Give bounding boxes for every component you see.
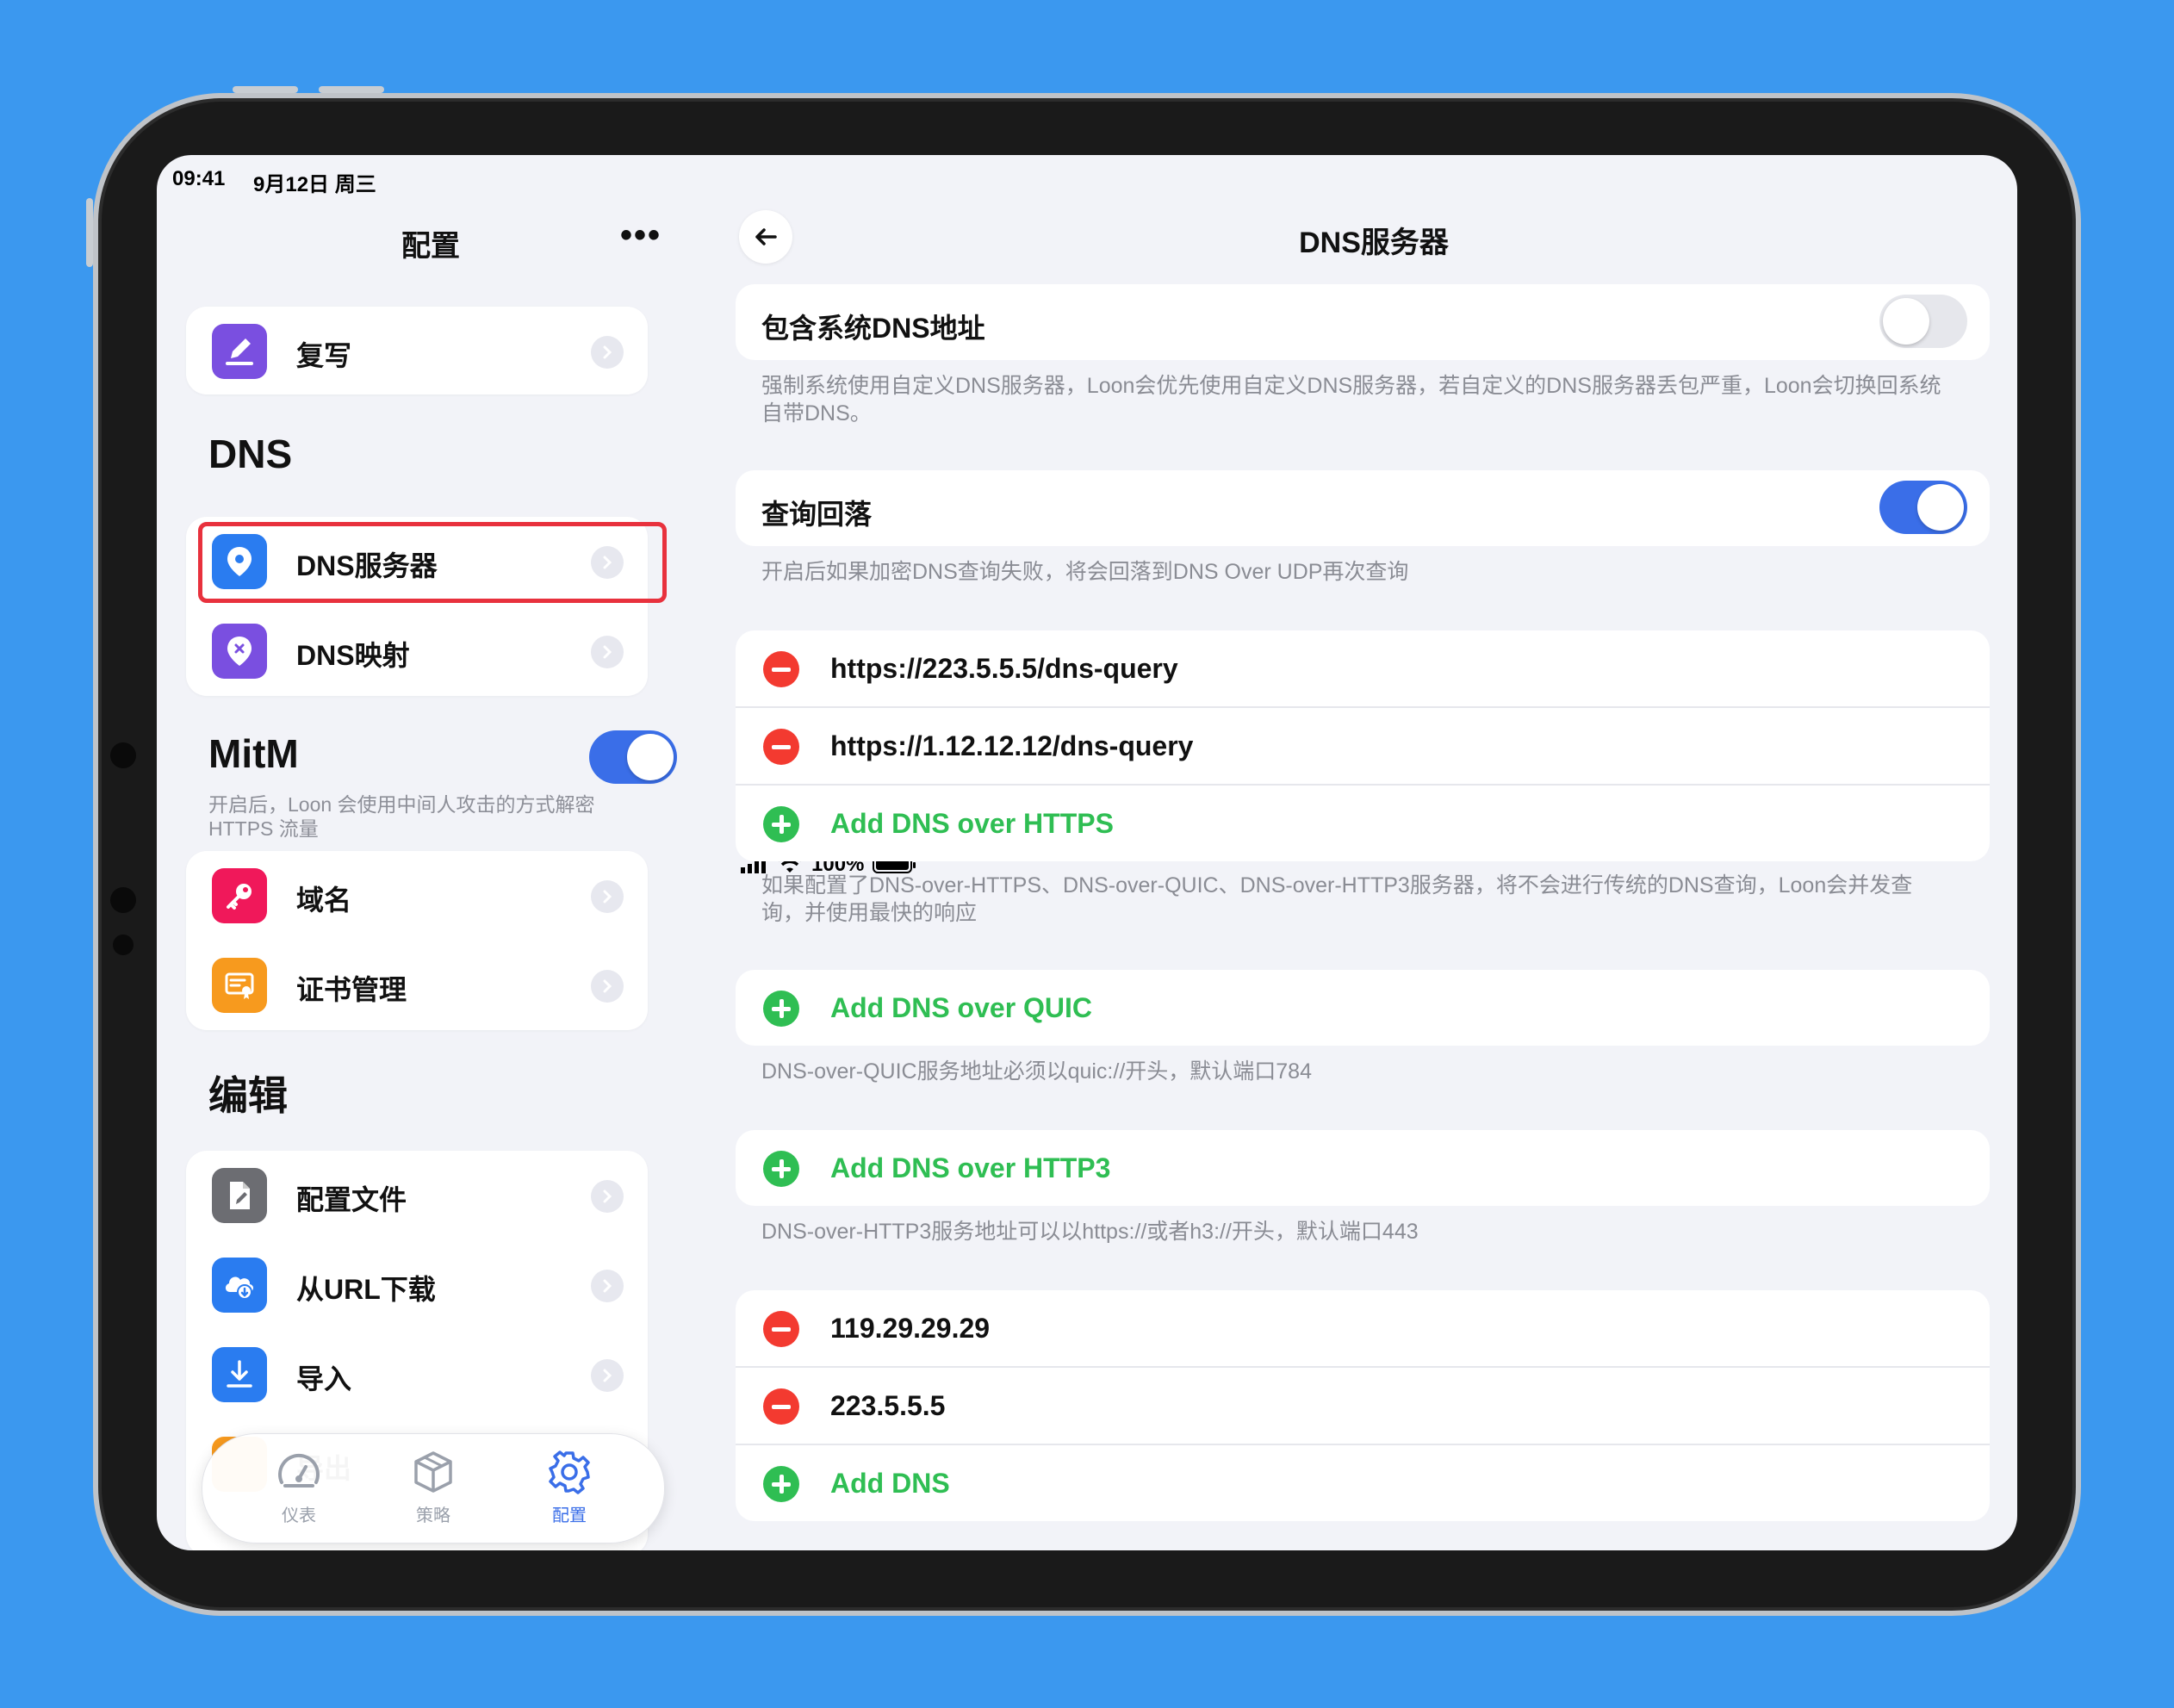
location-x-icon: [212, 624, 267, 679]
sidebar-item-label: 证书管理: [296, 974, 407, 1005]
add-doq-button[interactable]: Add DNS over QUIC: [736, 970, 1990, 1046]
include-system-dns-description: 强制系统使用自定义DNS服务器，Loon会优先使用自定义DNS服务器，若自定义的…: [761, 374, 1941, 425]
add-icon: [763, 1466, 799, 1502]
add-doq-label: Add DNS over QUIC: [830, 992, 1093, 1023]
tab-config[interactable]: 配置: [518, 1448, 621, 1526]
doq-card: Add DNS over QUIC: [736, 970, 1990, 1046]
sidebar-item-certificate[interactable]: 证书管理: [186, 941, 648, 1030]
mitm-description: 开启后，Loon 会使用中间人攻击的方式解密 HTTPS 流量: [208, 793, 595, 840]
screen: 09:41 9月12日 周三 100% 配置 ••• 复写 DNS DNS服务器…: [157, 155, 2017, 1550]
sidebar-item-label: 域名: [296, 885, 352, 916]
doh-server-url[interactable]: https://223.5.5.5/dns-query: [830, 653, 1178, 685]
doq-description: DNS-over-QUIC服务地址必须以quic://开头，默认端口784: [761, 1059, 1312, 1084]
add-icon: [763, 991, 799, 1027]
remove-icon[interactable]: [763, 651, 799, 687]
dns-card: 119.29.29.29 223.5.5.5 Add DNS: [736, 1290, 1990, 1521]
doh-server-url[interactable]: https://1.12.12.12/dns-query: [830, 730, 1193, 762]
sidebar-item-config-file[interactable]: 配置文件: [186, 1151, 648, 1240]
remove-icon[interactable]: [763, 1388, 799, 1425]
sidebar-item-dns-mapping[interactable]: DNS映射: [186, 606, 648, 696]
gauge-icon: [278, 1453, 320, 1488]
doh-card: https://223.5.5.5/dns-query https://1.12…: [736, 630, 1990, 861]
tab-label: 配置: [552, 1506, 587, 1525]
chevron-right-icon: [591, 970, 624, 1003]
pencil-icon: [212, 324, 267, 379]
file-edit-icon: [212, 1168, 267, 1223]
certificate-icon: [212, 958, 267, 1013]
camera-dot: [110, 742, 136, 768]
chevron-right-icon: [591, 1270, 624, 1302]
include-system-dns-toggle[interactable]: [1879, 295, 1967, 348]
add-doh-button[interactable]: Add DNS over HTTPS: [736, 786, 1990, 861]
mitm-card: 域名 证书管理: [186, 851, 648, 1030]
gear-icon: [549, 1450, 590, 1494]
list-item: 119.29.29.29: [736, 1290, 1990, 1368]
list-item: https://1.12.12.12/dns-query: [736, 708, 1990, 786]
sidebar-item-rewrite[interactable]: 复写: [186, 307, 648, 396]
rewrite-card: 复写: [186, 307, 648, 394]
list-item: 223.5.5.5: [736, 1368, 1990, 1445]
doh3-card: Add DNS over HTTP3: [736, 1130, 1990, 1206]
key-icon: [212, 868, 267, 923]
page-title: DNS服务器: [1299, 227, 1449, 259]
chevron-right-icon: [591, 636, 624, 668]
camera-dot: [113, 935, 134, 955]
sidebar-item-domain[interactable]: 域名: [186, 851, 648, 941]
dns-server-address[interactable]: 119.29.29.29: [830, 1313, 990, 1345]
add-doh3-button[interactable]: Add DNS over HTTP3: [736, 1130, 1990, 1206]
fallback-toggle[interactable]: [1879, 481, 1967, 534]
sidebar-item-label: 复写: [296, 340, 352, 371]
fallback-label: 查询回落: [761, 499, 873, 530]
sidebar-item-download-url[interactable]: 从URL下载: [186, 1240, 648, 1330]
sidebar-item-label: 从URL下载: [296, 1274, 436, 1305]
add-icon: [763, 806, 799, 842]
fallback-description: 开启后如果加密DNS查询失败，将会回落到DNS Over UDP再次查询: [761, 560, 1409, 584]
mitm-toggle[interactable]: [589, 730, 677, 784]
remove-icon[interactable]: [763, 729, 799, 765]
cube-icon: [414, 1451, 452, 1493]
list-item: https://223.5.5.5/dns-query: [736, 630, 1990, 708]
import-icon: [212, 1347, 267, 1402]
detail-pane: DNS服务器 包含系统DNS地址 强制系统使用自定义DNS服务器，Loon会优先…: [730, 155, 2017, 1550]
sidebar: 配置 ••• 复写 DNS DNS服务器 DNS映射 MitM 开启后，Loon…: [157, 155, 730, 1550]
more-button[interactable]: •••: [620, 218, 662, 252]
add-doh-label: Add DNS over HTTPS: [830, 808, 1114, 839]
chevron-right-icon: [591, 1359, 624, 1392]
add-icon: [763, 1151, 799, 1187]
selection-highlight: [198, 522, 667, 603]
dns-server-address[interactable]: 223.5.5.5: [830, 1390, 945, 1422]
remove-icon[interactable]: [763, 1311, 799, 1347]
include-system-dns-card: 包含系统DNS地址: [736, 284, 1990, 360]
tab-label: 仪表: [282, 1506, 316, 1525]
tab-dashboard[interactable]: 仪表: [247, 1448, 351, 1526]
include-system-dns-label: 包含系统DNS地址: [761, 313, 985, 344]
section-heading-dns: DNS: [208, 432, 293, 476]
doh-description: 如果配置了DNS-over-HTTPS、DNS-over-QUIC、DNS-ov…: [761, 873, 1913, 925]
add-dns-label: Add DNS: [830, 1468, 950, 1499]
doh3-description: DNS-over-HTTP3服务地址可以以https://或者h3://开头，默…: [761, 1220, 1419, 1244]
chevron-right-icon: [591, 1180, 624, 1213]
section-heading-edit: 编辑: [208, 1073, 288, 1118]
cloud-download-icon: [212, 1258, 267, 1313]
camera-dot: [110, 887, 136, 913]
fallback-card: 查询回落: [736, 470, 1990, 546]
add-dns-button[interactable]: Add DNS: [736, 1445, 1990, 1521]
chevron-right-icon: [591, 336, 624, 369]
sidebar-item-label: DNS映射: [296, 640, 410, 671]
sidebar-item-import[interactable]: 导入: [186, 1330, 648, 1419]
add-doh3-label: Add DNS over HTTP3: [830, 1152, 1111, 1183]
tab-bar: 仪表 策略 配置: [202, 1433, 665, 1543]
chevron-right-icon: [591, 880, 624, 913]
sidebar-item-label: 导入: [296, 1363, 352, 1394]
tab-label: 策略: [416, 1506, 450, 1525]
section-heading-mitm: MitM: [208, 731, 299, 776]
tab-policy[interactable]: 策略: [382, 1448, 485, 1526]
sidebar-item-label: 配置文件: [296, 1184, 407, 1215]
